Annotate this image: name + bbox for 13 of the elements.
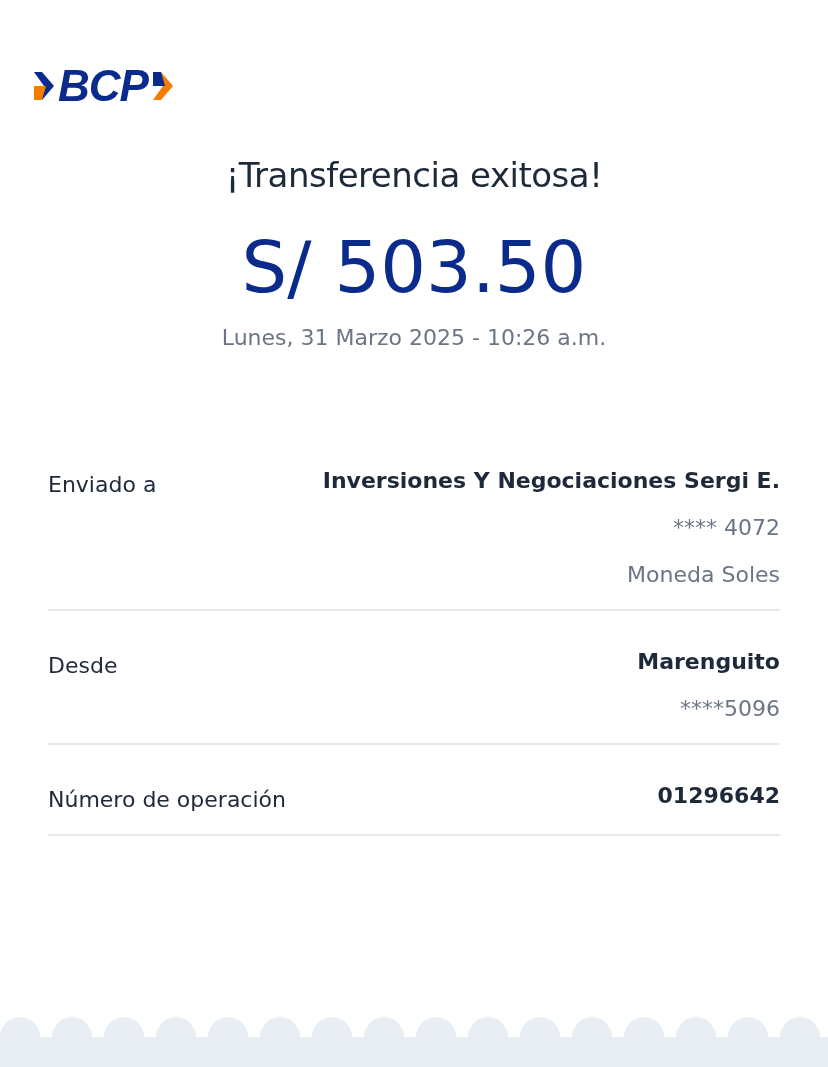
date-text: Lunes, 31 Marzo 2025 - 10:26 a.m. (221, 325, 607, 350)
detail-value: Marenguito (637, 648, 780, 676)
detail-value: Moneda Soles (627, 561, 780, 589)
amount-text: S/ 503.50 (241, 225, 587, 309)
detail-value: ****5096 (680, 695, 780, 723)
detail-label: Número de operación (48, 786, 286, 814)
detail-label: Enviado a (48, 471, 157, 499)
success-title: ¡Transferencia exitosa! (225, 155, 603, 195)
detail-value: **** 4072 (673, 514, 780, 542)
detail-value: 01296642 (657, 782, 780, 810)
detail-value: Inversiones Y Negociaciones Sergi E. (322, 467, 780, 495)
logo: BCP (32, 64, 176, 108)
detail-label: Desde (48, 652, 118, 680)
